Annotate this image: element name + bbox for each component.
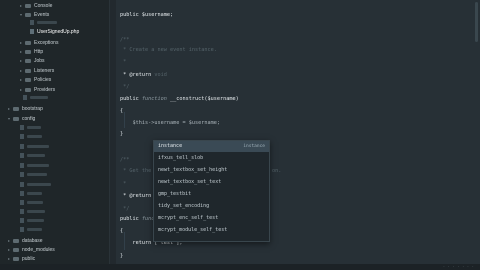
code-line: * @return void bbox=[120, 72, 167, 78]
file-icon bbox=[20, 182, 24, 188]
autocomplete-item[interactable]: mcrypt_enc_self_test bbox=[154, 213, 269, 224]
autocomplete-item[interactable]: gmp_testbit bbox=[154, 189, 269, 200]
file-icon bbox=[23, 95, 27, 101]
code-line: /** bbox=[120, 37, 130, 43]
autocomplete-item[interactable]: instance instance bbox=[154, 141, 269, 152]
file-icon bbox=[20, 172, 24, 178]
file-icon bbox=[20, 209, 24, 215]
file-icon bbox=[20, 191, 24, 197]
status-bar: · · · · · · · bbox=[0, 264, 480, 270]
file-icon bbox=[20, 218, 24, 224]
file-tree-sidebar: ▸ Console ▾ Events UserSignedUp.php ▸ Excep… bbox=[0, 0, 109, 270]
folder-icon bbox=[25, 87, 31, 92]
tree-file[interactable] bbox=[20, 133, 42, 142]
code-line: * bbox=[120, 181, 127, 187]
folder-icon bbox=[25, 68, 31, 73]
folder-icon bbox=[13, 106, 19, 111]
folder-icon bbox=[25, 3, 31, 8]
file-icon bbox=[20, 200, 24, 206]
code-line: */ bbox=[120, 84, 130, 90]
folder-icon bbox=[13, 116, 19, 121]
autocomplete-item[interactable]: mcrypt_module_self_test bbox=[154, 225, 269, 236]
folder-icon bbox=[25, 40, 31, 45]
code-line: public $username; bbox=[120, 12, 174, 18]
code-line: */ bbox=[120, 206, 130, 212]
code-line: * @return bbox=[120, 193, 152, 199]
tree-folder-bootstrap[interactable]: ▸ bootstrap bbox=[8, 104, 43, 113]
code-line: } bbox=[120, 131, 124, 137]
code-line: } bbox=[120, 253, 124, 259]
code-line: * bbox=[120, 59, 127, 65]
folder-icon bbox=[25, 58, 31, 63]
file-icon bbox=[20, 134, 24, 140]
tree-file[interactable] bbox=[20, 181, 51, 190]
file-icon bbox=[20, 125, 24, 131]
tree-folder-providers[interactable]: ▸ Providers bbox=[20, 85, 55, 94]
tree-folder-policies[interactable]: ▸ Policies bbox=[20, 75, 51, 84]
tree-folder-exceptions[interactable]: ▸ Exceptions bbox=[20, 38, 58, 47]
folder-icon bbox=[25, 12, 31, 17]
editor-window: ▸ Console ▾ Events UserSignedUp.php ▸ Excep… bbox=[0, 0, 480, 270]
status-text: · · · · · · · bbox=[442, 264, 474, 269]
code-line-tail: on. bbox=[272, 168, 282, 174]
code-line: public function __construct($username) bbox=[120, 96, 239, 102]
autocomplete-item[interactable]: ifxus_tell_slob bbox=[154, 153, 269, 164]
file-icon bbox=[30, 20, 34, 26]
autocomplete-item[interactable]: newt_textbox_set_text bbox=[154, 177, 269, 188]
tree-file[interactable] bbox=[20, 162, 49, 171]
folder-icon bbox=[13, 247, 19, 252]
code-line: /** bbox=[120, 157, 130, 163]
indent-guide bbox=[124, 112, 125, 128]
tree-file[interactable] bbox=[20, 143, 49, 152]
php-file-icon bbox=[30, 29, 34, 35]
folder-icon bbox=[13, 256, 19, 261]
tree-folder-public[interactable]: ▸ public bbox=[8, 254, 35, 263]
tree-folder-config[interactable]: ▾ config bbox=[8, 114, 35, 123]
tree-file-usersignedup[interactable]: UserSignedUp.php bbox=[30, 28, 79, 37]
code-line: { bbox=[120, 228, 124, 234]
autocomplete-item[interactable]: tidy_set_encoding bbox=[154, 201, 269, 212]
tree-file[interactable] bbox=[30, 19, 57, 28]
code-line: public func bbox=[120, 216, 155, 222]
tree-file[interactable] bbox=[20, 199, 43, 208]
autocomplete-item[interactable]: newt_textbox_set_height bbox=[154, 165, 269, 176]
tree-file[interactable] bbox=[20, 171, 47, 180]
file-icon bbox=[20, 163, 24, 169]
tree-folder-console[interactable]: ▸ Console bbox=[20, 1, 52, 10]
code-line: * Get the bbox=[120, 168, 152, 174]
code-line: { bbox=[120, 108, 124, 114]
gutter bbox=[109, 0, 116, 270]
tree-file[interactable] bbox=[20, 226, 42, 235]
tree-file[interactable] bbox=[20, 190, 42, 199]
folder-icon bbox=[25, 77, 31, 82]
tree-file[interactable] bbox=[20, 208, 45, 217]
indent-guide bbox=[124, 232, 125, 250]
tree-file[interactable] bbox=[23, 94, 48, 103]
tree-file[interactable] bbox=[20, 217, 44, 226]
tree-folder-node-modules[interactable]: ▸ node_modules bbox=[8, 245, 55, 254]
tree-folder-database[interactable]: ▸ database bbox=[8, 236, 43, 245]
code-line: * Create a new event instance. bbox=[120, 47, 217, 53]
tree-file[interactable] bbox=[20, 152, 45, 161]
tree-folder-jobs[interactable]: ▸ Jobs bbox=[20, 56, 45, 65]
file-icon bbox=[20, 144, 24, 150]
tree-folder-listeners[interactable]: ▸ Listeners bbox=[20, 66, 54, 75]
tree-folder-http[interactable]: ▸ Http bbox=[20, 47, 43, 56]
tree-folder-events[interactable]: ▾ Events bbox=[20, 10, 49, 19]
folder-icon bbox=[25, 49, 31, 54]
code-line: $this->username = $username; bbox=[120, 120, 220, 126]
autocomplete-popup: instance instance ifxus_tell_slob newt_te… bbox=[153, 140, 270, 242]
folder-icon bbox=[13, 238, 19, 243]
file-icon bbox=[20, 153, 24, 159]
tree-file[interactable] bbox=[20, 124, 41, 133]
file-icon bbox=[20, 227, 24, 233]
scrollbar-thumb[interactable] bbox=[475, 2, 478, 42]
